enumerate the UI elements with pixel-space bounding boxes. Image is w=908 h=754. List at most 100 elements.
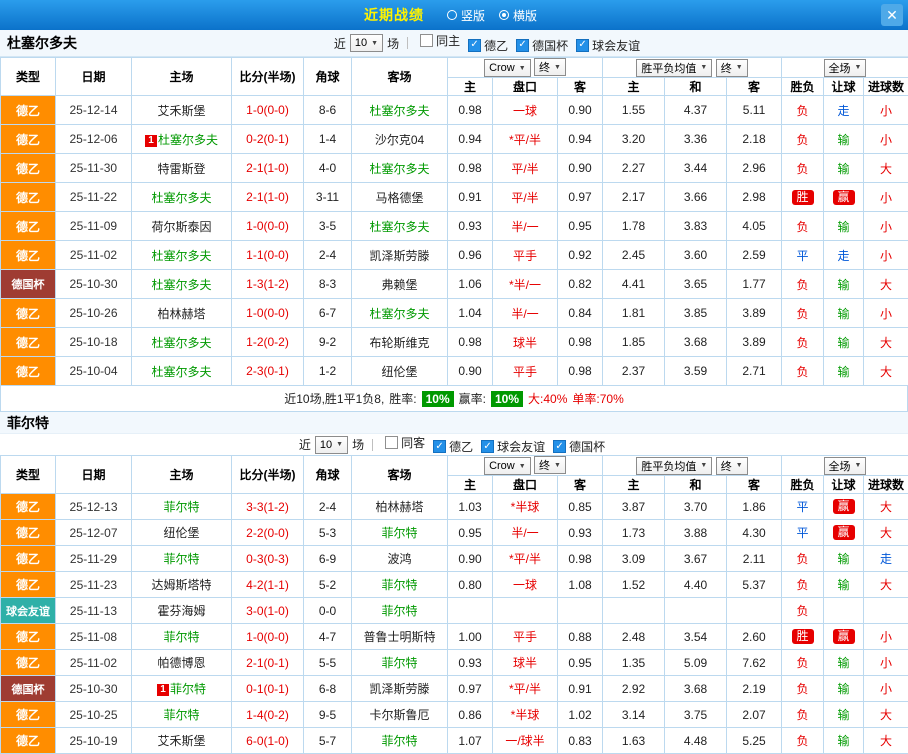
match-date: 25-12-07: [56, 520, 132, 546]
match-type-badge: 德乙: [1, 299, 56, 328]
score-cell: 1-4(0-2): [232, 702, 304, 728]
bookmaker-select[interactable]: Crow▼: [484, 457, 531, 475]
layout-option-vertical[interactable]: 竖版: [447, 7, 485, 24]
home-team-cell[interactable]: 柏林赫塔: [132, 299, 232, 328]
result-tag: 负: [797, 578, 809, 592]
team-name: 凯泽斯劳滕: [369, 682, 429, 696]
team-name: 纽伦堡: [163, 526, 199, 540]
avg-draw-cell: 3.44: [665, 154, 727, 183]
odds-stage-select[interactable]: 终▼: [534, 456, 566, 474]
match-row: 德乙 25-10-19 艾禾斯堡 6-0(1-0) 5-7 菲尔特 1.07 一…: [1, 728, 908, 754]
avg-draw-cell: 3.68: [665, 676, 727, 702]
away-team-cell[interactable]: 菲尔特: [352, 572, 448, 598]
filter-checkbox[interactable]: ✓德乙: [433, 438, 473, 455]
away-team-cell[interactable]: 杜塞尔多夫: [352, 212, 448, 241]
away-team-cell[interactable]: 凯泽斯劳滕: [352, 241, 448, 270]
filter-checkbox[interactable]: ✓球会友谊: [576, 37, 640, 54]
team-name: 凯泽斯劳滕: [369, 249, 429, 263]
match-type-badge: 德乙: [1, 650, 56, 676]
odds-stage-select[interactable]: 终▼: [534, 58, 566, 76]
match-date: 25-10-30: [56, 676, 132, 702]
away-team-cell[interactable]: 菲尔特: [352, 598, 448, 624]
away-team-cell[interactable]: 杜塞尔多夫: [352, 96, 448, 125]
recent-count-select[interactable]: 10 ▼: [315, 436, 348, 454]
home-team-cell[interactable]: 菲尔特: [132, 546, 232, 572]
let-result-cell: 赢: [824, 624, 864, 650]
filter-checkbox[interactable]: ✓球会友谊: [481, 438, 545, 455]
away-team-cell[interactable]: 弗赖堡: [352, 270, 448, 299]
scope-select[interactable]: 全场▼: [824, 457, 867, 475]
avg-stage-select[interactable]: 终▼: [716, 457, 748, 475]
home-team-cell[interactable]: 杜塞尔多夫: [132, 241, 232, 270]
cover-rate-label: 赢率:: [459, 390, 486, 407]
away-team-cell[interactable]: 杜塞尔多夫: [352, 154, 448, 183]
away-team-cell[interactable]: 纽伦堡: [352, 357, 448, 386]
result-cell: 负: [782, 270, 824, 299]
result-tag: 小: [880, 630, 892, 644]
col-away: 客场: [352, 456, 448, 494]
filter-checkbox[interactable]: ✓德乙: [468, 37, 508, 54]
home-team-cell[interactable]: 菲尔特: [132, 624, 232, 650]
home-team-cell[interactable]: 菲尔特: [132, 702, 232, 728]
games-label: 场: [352, 436, 364, 453]
handicap-cell: *平/半: [493, 125, 558, 154]
match-type-badge: 德乙: [1, 702, 56, 728]
layout-option-horizontal[interactable]: 横版: [499, 7, 537, 24]
home-team-cell[interactable]: 菲尔特: [132, 494, 232, 520]
score-cell: 1-1(0-0): [232, 241, 304, 270]
team-name: 艾禾斯堡: [157, 104, 205, 118]
away-team-cell[interactable]: 波鸿: [352, 546, 448, 572]
home-team-cell[interactable]: 杜塞尔多夫: [132, 328, 232, 357]
avg-home-cell: 1.81: [603, 299, 665, 328]
let-result-cell: 输: [824, 299, 864, 328]
away-team-cell[interactable]: 杜塞尔多夫: [352, 299, 448, 328]
away-team-cell[interactable]: 凯泽斯劳滕: [352, 676, 448, 702]
col-result: 胜负: [782, 476, 824, 494]
let-result-cell: 输: [824, 650, 864, 676]
col-result: 胜负: [782, 78, 824, 96]
away-team-cell[interactable]: 柏林赫塔: [352, 494, 448, 520]
near-label: 近: [334, 35, 346, 52]
home-team-cell[interactable]: 杜塞尔多夫: [132, 270, 232, 299]
home-team-cell[interactable]: 纽伦堡: [132, 520, 232, 546]
match-row: 德乙 25-12-06 1杜塞尔多夫 0-2(0-1) 1-4 沙尔克04 0.…: [1, 125, 908, 154]
away-team-cell[interactable]: 马格德堡: [352, 183, 448, 212]
home-team-cell[interactable]: 霍芬海姆: [132, 598, 232, 624]
home-team-cell[interactable]: 艾禾斯堡: [132, 96, 232, 125]
recent-count-select[interactable]: 10 ▼: [350, 34, 383, 52]
away-team-cell[interactable]: 菲尔特: [352, 650, 448, 676]
team-name: 菲尔特: [381, 578, 417, 592]
close-button[interactable]: ✕: [881, 4, 903, 26]
filter-checkbox[interactable]: ✓德国杯: [553, 438, 605, 455]
home-team-cell[interactable]: 1杜塞尔多夫: [132, 125, 232, 154]
result-cell: 负: [782, 598, 824, 624]
home-team-cell[interactable]: 艾禾斯堡: [132, 728, 232, 754]
bookmaker-select[interactable]: Crow▼: [484, 59, 531, 77]
away-team-cell[interactable]: 卡尔斯鲁厄: [352, 702, 448, 728]
away-team-cell[interactable]: 菲尔特: [352, 520, 448, 546]
scope-select[interactable]: 全场▼: [824, 59, 867, 77]
home-team-cell[interactable]: 荷尔斯泰因: [132, 212, 232, 241]
home-team-cell[interactable]: 杜塞尔多夫: [132, 357, 232, 386]
avg-away-cell: 1.86: [727, 494, 782, 520]
avg-draw-cell: 3.88: [665, 520, 727, 546]
home-team-cell[interactable]: 杜塞尔多夫: [132, 183, 232, 212]
home-team-cell[interactable]: 1菲尔特: [132, 676, 232, 702]
avg-select[interactable]: 胜平负均值▼: [636, 59, 712, 77]
away-team-cell[interactable]: 普鲁士明斯特: [352, 624, 448, 650]
away-team-cell[interactable]: 布轮斯维克: [352, 328, 448, 357]
chevron-down-icon: ▼: [554, 64, 561, 71]
score-cell: 1-0(0-0): [232, 96, 304, 125]
home-team-cell[interactable]: 帕德博恩: [132, 650, 232, 676]
away-team-cell[interactable]: 沙尔克04: [352, 125, 448, 154]
home-team-cell[interactable]: 特雷斯登: [132, 154, 232, 183]
avg-stage-select[interactable]: 终▼: [716, 59, 748, 77]
away-team-cell[interactable]: 菲尔特: [352, 728, 448, 754]
goal-result-cell: 小: [864, 125, 908, 154]
filter-checkbox[interactable]: ✓德国杯: [516, 37, 568, 54]
home-team-cell[interactable]: 达姆斯塔特: [132, 572, 232, 598]
filter-checkbox[interactable]: 同主: [420, 32, 460, 49]
filter-checkbox[interactable]: 同客: [385, 434, 425, 451]
avg-select[interactable]: 胜平负均值▼: [636, 457, 712, 475]
result-cell: 胜: [782, 624, 824, 650]
